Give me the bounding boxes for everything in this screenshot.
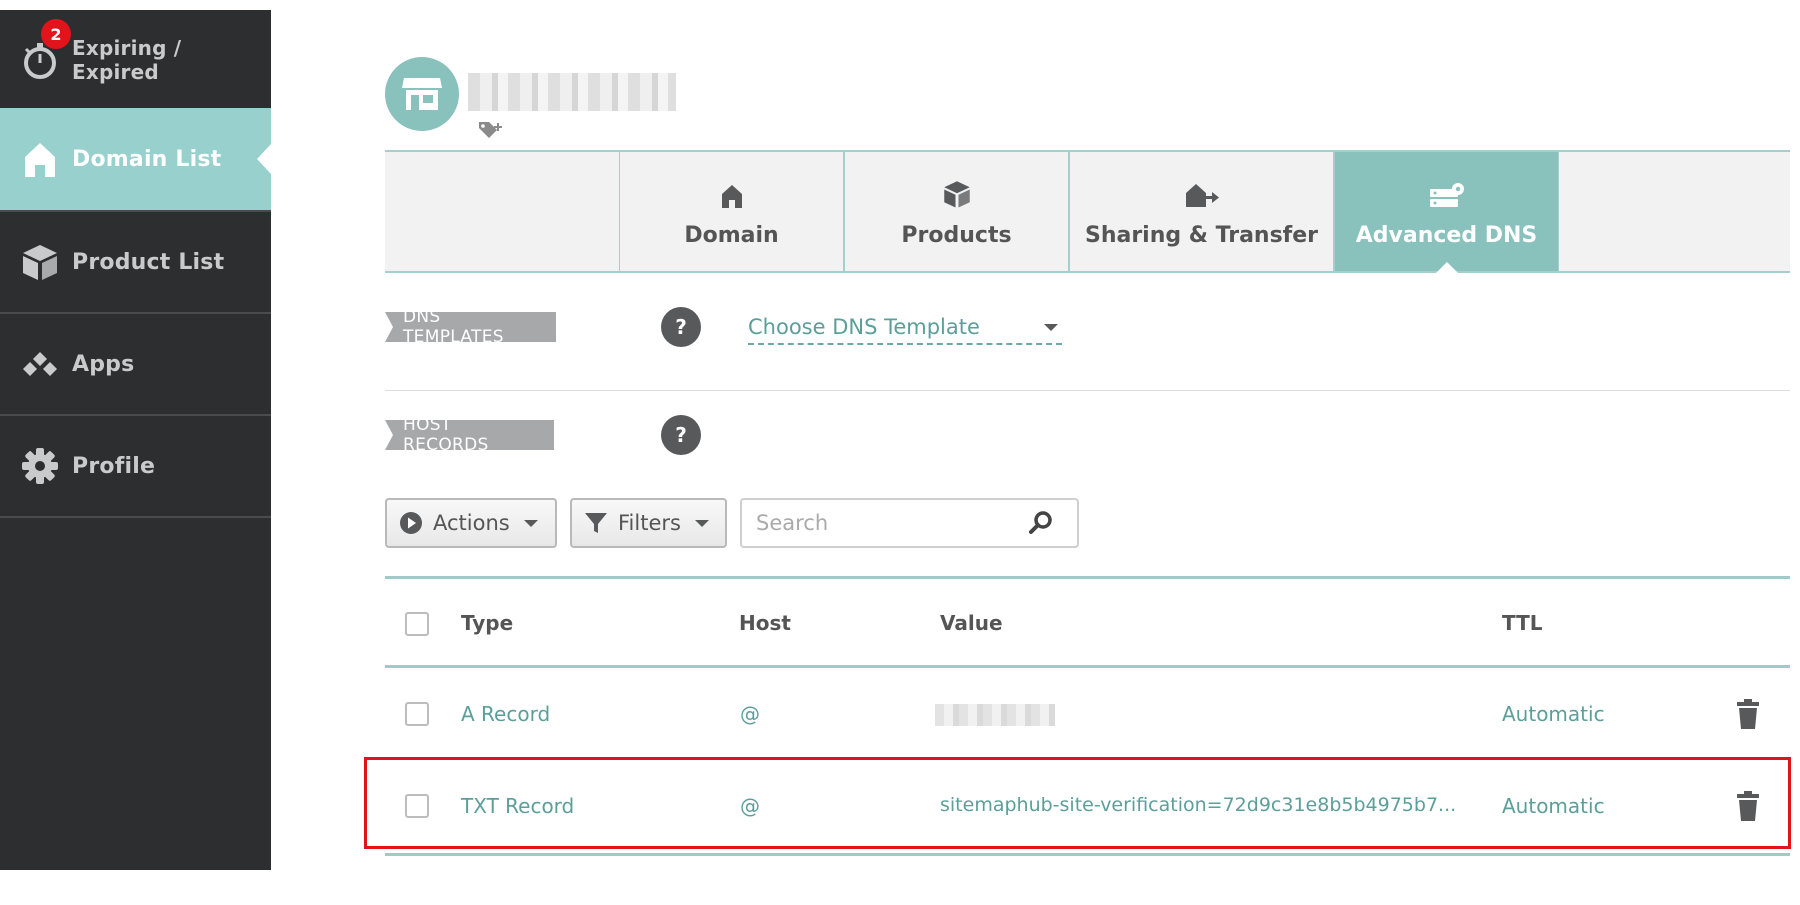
record-value-redacted <box>935 704 1055 726</box>
table-row: A Record @ Automatic <box>385 668 1790 760</box>
tab-sharing-transfer[interactable]: Sharing & Transfer <box>1069 152 1334 271</box>
record-type[interactable]: A Record <box>461 702 550 726</box>
table-row: TXT Record @ sitemaphub-site-verificatio… <box>385 760 1790 852</box>
play-circle-icon <box>399 511 423 535</box>
trash-icon[interactable] <box>1736 698 1760 734</box>
record-type[interactable]: TXT Record <box>461 794 574 818</box>
column-header-host: Host <box>739 611 791 635</box>
table-bottom-border <box>385 853 1790 856</box>
record-value[interactable]: sitemaphub-site-verification=72d9c31e8b5… <box>940 794 1456 816</box>
sidebar-item-profile[interactable]: Profile <box>0 416 271 518</box>
filters-button[interactable]: Filters <box>570 498 727 548</box>
apps-icon <box>20 344 60 384</box>
search-input[interactable] <box>754 510 1028 536</box>
box-icon <box>20 242 60 282</box>
sidebar: 2 Expiring / Expired Domain List Product… <box>0 10 271 870</box>
record-ttl[interactable]: Automatic <box>1502 702 1605 726</box>
row-checkbox[interactable] <box>405 702 429 726</box>
column-header-ttl: TTL <box>1502 611 1543 635</box>
sidebar-item-apps[interactable]: Apps <box>0 314 271 416</box>
store-icon <box>385 57 459 131</box>
tag-plus-icon[interactable] <box>477 120 505 144</box>
domain-name-redacted <box>468 73 676 111</box>
record-host[interactable]: @ <box>740 794 760 818</box>
sidebar-item-label: Domain List <box>72 146 222 172</box>
house-transfer-icon <box>1184 175 1220 209</box>
chevron-down-icon <box>694 519 709 527</box>
dns-template-select[interactable]: Choose DNS Template <box>748 311 1062 345</box>
sidebar-item-label: Apps <box>72 351 135 377</box>
chevron-down-icon <box>523 519 538 527</box>
column-header-value: Value <box>940 611 1003 635</box>
host-records-label: HOST RECORDS <box>385 415 554 455</box>
dns-templates-label: DNS TEMPLATES <box>385 307 556 347</box>
column-header-type: Type <box>461 611 514 635</box>
domain-tabs: Domain Products Sharing & Transfer Advan… <box>385 150 1790 273</box>
records-table-header: Type Host Value TTL <box>385 576 1790 668</box>
select-all-checkbox[interactable] <box>405 612 429 636</box>
trash-icon[interactable] <box>1736 790 1760 826</box>
sidebar-item-label: Profile <box>72 453 156 479</box>
host-records-help-button[interactable]: ? <box>661 415 701 455</box>
tab-advanced-dns[interactable]: Advanced DNS <box>1334 152 1559 273</box>
record-ttl[interactable]: Automatic <box>1502 794 1605 818</box>
filter-icon <box>584 511 608 535</box>
search-icon[interactable] <box>1028 510 1054 536</box>
sidebar-item-domain-list[interactable]: Domain List <box>0 108 271 212</box>
sidebar-item-label: Expiring / Expired <box>72 36 182 84</box>
expiring-count-badge: 2 <box>41 19 71 49</box>
record-host[interactable]: @ <box>740 702 760 726</box>
tab-domain[interactable]: Domain <box>619 152 844 271</box>
sidebar-item-expiring[interactable]: 2 Expiring / Expired <box>0 10 271 112</box>
chevron-down-icon <box>1044 323 1058 331</box>
home-icon <box>20 139 60 179</box>
dns-templates-help-button[interactable]: ? <box>661 307 701 347</box>
row-checkbox[interactable] <box>405 794 429 818</box>
actions-button[interactable]: Actions <box>385 498 557 548</box>
tab-products[interactable]: Products <box>844 152 1069 271</box>
gear-icon <box>20 446 60 486</box>
server-gear-icon <box>1428 175 1466 209</box>
home-icon <box>720 175 744 209</box>
section-divider <box>385 390 1790 391</box>
sidebar-item-label: Product List <box>72 249 225 275</box>
box-icon <box>942 175 972 209</box>
sidebar-item-product-list[interactable]: Product List <box>0 212 271 314</box>
search-box <box>740 498 1079 548</box>
